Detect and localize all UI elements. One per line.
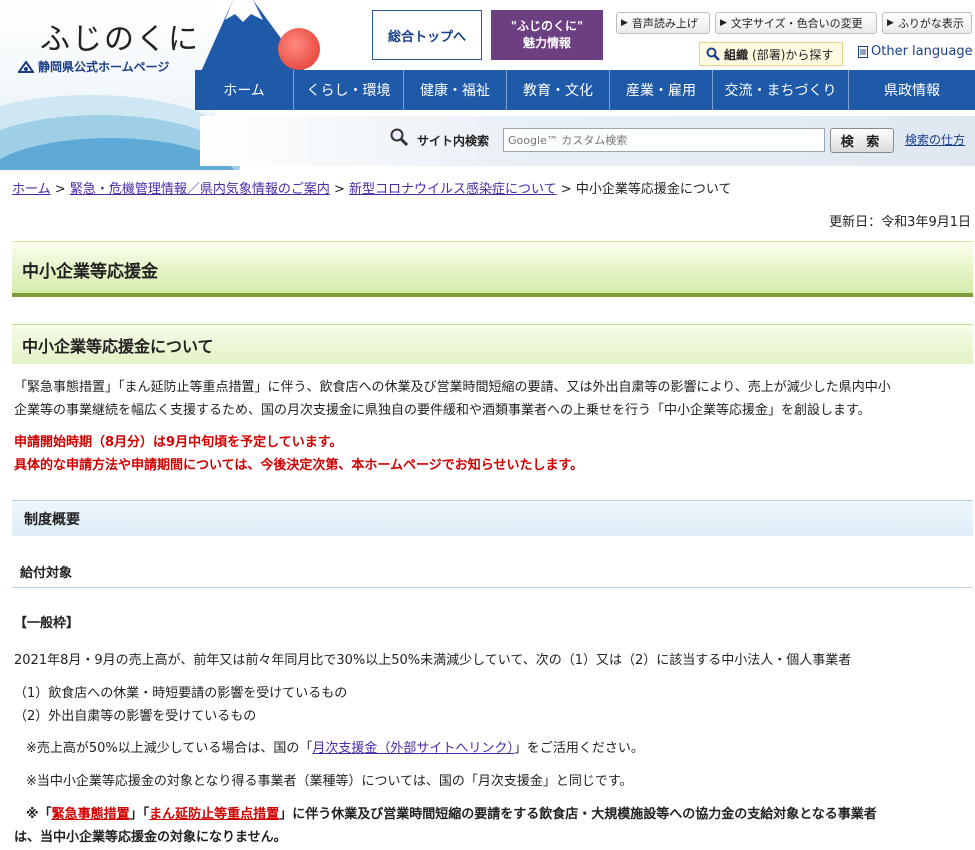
section-title: 中小企業等応援金について (22, 337, 214, 356)
nav-koryu[interactable]: 交流・まちづくり (712, 70, 848, 110)
global-nav: ホーム くらし・環境 健康・福祉 教育・文化 産業・雇用 交流・まちづくり 県政… (195, 70, 975, 110)
furigana-label: ふりがな表示 (897, 17, 964, 30)
sun-icon (278, 28, 320, 70)
magnifier-icon (390, 128, 408, 146)
nav-sangyo[interactable]: 産業・雇用 (609, 70, 712, 110)
note3-suffix: 」に伴う休業及び営業時間短縮の要請をする飲食店・大規模施設等への協力金の支給対象… (279, 807, 877, 822)
search-button[interactable]: 検 索 (830, 128, 894, 153)
miryoku-line2: 魅力情報 (522, 36, 571, 50)
read-aloud-label: 音声読み上げ (631, 17, 698, 30)
furigana-button[interactable]: ▶ ふりがな表示 (882, 12, 972, 34)
org-search-label: 組織 (724, 47, 749, 62)
arrow-right-icon: ▶ (887, 18, 894, 28)
condition-item: （1）飲食店への休業・時短要請の影響を受けているもの (14, 686, 348, 701)
shizuoka-emblem-icon (18, 60, 34, 73)
site-header: ふじのくに 静岡県公式ホームページ 総合トップへ "ふじのくに" 魅力情報 ▶ 音… (0, 0, 975, 170)
intro-line: 「緊急事態措置」「まん延防止等重点措置」に伴う、飲食店への休業及び営業時間短縮の… (14, 380, 891, 395)
note-monthly-support: ※売上高が50%以上減少している場合は、国の「月次支援金（外部サイトへリンク）」… (26, 737, 975, 760)
document-icon (858, 45, 868, 58)
nav-kensei[interactable]: 県政情報 (848, 70, 975, 110)
notice-line: 申請開始時期（8月分）は9月中旬頃を予定しています。 (14, 435, 343, 450)
emergency-measures-link[interactable]: 緊急事態措置 (52, 807, 130, 822)
org-search-suffix: (部署)から探す (752, 47, 834, 62)
general-frame-label: 【一般枠】 (14, 616, 80, 631)
condition-text: 2021年8月・9月の売上高が、前年又は前々年同月比で30%以上50%未満減少し… (14, 653, 852, 668)
notice-paragraph: 申請開始時期（8月分）は9月中旬頃を予定しています。 具体的な申請方法や申請期間… (14, 431, 964, 477)
text-size-color-button[interactable]: ▶ 文字サイズ・色合いの変更 (715, 12, 877, 34)
site-logo-subtitle: 静岡県公式ホームページ (18, 58, 169, 75)
org-search-button[interactable]: 組織 (部署)から探す (699, 42, 843, 66)
breadcrumb-emergency[interactable]: 緊急・危機管理情報／県内気象情報のご案内 (70, 182, 330, 197)
condition-list: （1）飲食店への休業・時短要請の影響を受けているもの （2）外出自粛等の影響を受… (14, 682, 964, 728)
note-eligible-business: ※当中小企業等応援金の対象となり得る事業者（業種等）については、国の「月次支援金… (26, 774, 633, 789)
priority-measures-link[interactable]: まん延防止等重点措置 (149, 807, 279, 822)
monthly-support-link[interactable]: 月次支援金（外部サイトへリンク） (312, 741, 514, 756)
arrow-right-icon: ▶ (621, 18, 628, 28)
breadcrumb-separator: > (560, 182, 572, 197)
target-heading-box: 給付対象 (12, 558, 973, 588)
note1-prefix: ※売上高が50%以上減少している場合は、国の「 (26, 741, 313, 756)
intro-line: 企業等の事業継続を幅広く支援するため、国の月次支援金に県独自の要件緩和や酒類事業… (14, 403, 871, 418)
search-help-link[interactable]: 検索の仕方 (905, 131, 965, 148)
note3-mid: 」「 (129, 807, 150, 822)
site-logo-title: ふじのくに (40, 22, 200, 57)
condition-item: （2）外出自粛等の影響を受けているもの (14, 709, 257, 724)
breadcrumb-separator: > (333, 182, 345, 197)
nav-kyoiku[interactable]: 教育・文化 (506, 70, 609, 110)
site-logo-subtitle-text: 静岡県公式ホームページ (38, 60, 170, 74)
nav-kurashi[interactable]: くらし・環境 (293, 70, 403, 110)
breadcrumb-covid[interactable]: 新型コロナウイルス感染症について (349, 182, 557, 197)
updated-date: 更新日：令和3年9月1日 (829, 215, 971, 230)
text-size-color-label: 文字サイズ・色合いの変更 (730, 17, 863, 30)
nav-home[interactable]: ホーム (195, 70, 293, 110)
page-title-box: 中小企業等応援金 (12, 241, 973, 297)
logo-area[interactable]: ふじのくに 静岡県公式ホームページ (0, 0, 240, 170)
intro-paragraph: 「緊急事態措置」「まん延防止等重点措置」に伴う、飲食店への休業及び営業時間短縮の… (14, 376, 964, 422)
breadcrumb: ホーム > 緊急・危機管理情報／県内気象情報のご案内 > 新型コロナウイルス感染… (12, 178, 731, 197)
other-language-label: Other language (871, 44, 973, 59)
overview-heading: 制度概要 (24, 512, 80, 528)
top-page-button[interactable]: 総合トップへ (372, 10, 482, 60)
miryoku-line1: "ふじのくに" (510, 19, 584, 33)
read-aloud-button[interactable]: ▶ 音声読み上げ (616, 12, 710, 34)
page-title: 中小企業等応援金 (22, 262, 158, 282)
search-icon (706, 47, 720, 61)
miryoku-info-button[interactable]: "ふじのくに" 魅力情報 (491, 10, 603, 60)
note3-prefix: ※「 (26, 807, 52, 822)
site-search-input[interactable] (503, 128, 825, 152)
breadcrumb-home[interactable]: ホーム (12, 182, 51, 197)
site-search-label: サイト内検索 (417, 134, 490, 148)
breadcrumb-separator: > (54, 182, 66, 197)
section-title-box: 中小企業等応援金について (12, 324, 973, 364)
overview-heading-box: 制度概要 (12, 500, 973, 536)
notice-line: 具体的な申請方法や申請期間については、今後決定次第、本ホームページでお知らせいた… (14, 458, 584, 473)
note-exclusion: ※「緊急事態措置」「まん延防止等重点措置」に伴う休業及び営業時間短縮の要請をする… (14, 803, 975, 849)
note3-line2: は、当中小企業等応援金の対象になりません。 (14, 830, 287, 845)
note1-suffix: 」をご活用ください。 (513, 741, 644, 756)
other-language-link[interactable]: Other language (858, 44, 973, 59)
breadcrumb-current: 中小企業等応援金について (575, 182, 732, 197)
arrow-right-icon: ▶ (720, 18, 727, 28)
nav-kenko[interactable]: 健康・福祉 (403, 70, 506, 110)
target-heading: 給付対象 (20, 566, 73, 581)
